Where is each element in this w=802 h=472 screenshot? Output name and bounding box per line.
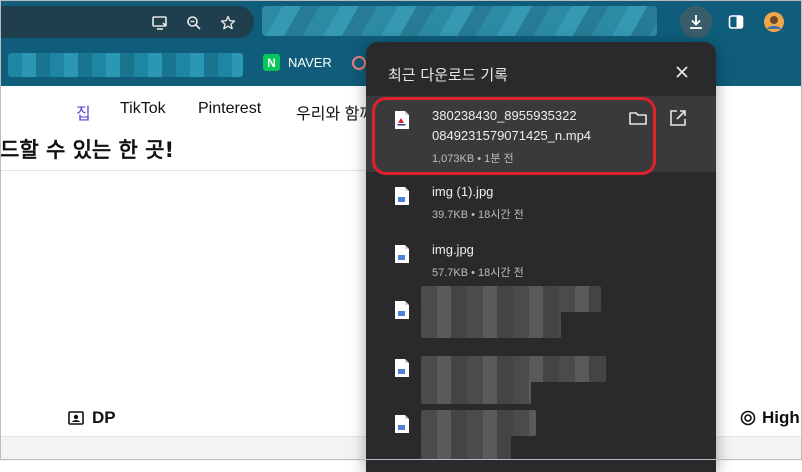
file-name[interactable]: img (1).jpg <box>432 184 493 199</box>
high-label: High <box>762 408 800 427</box>
user-card-icon <box>68 411 84 425</box>
redacted-meta <box>421 378 531 404</box>
blurred-tabs <box>262 6 657 36</box>
download-item-redacted[interactable] <box>366 352 716 408</box>
nav-together[interactable]: 우리와 함께 <box>296 100 374 124</box>
blurred-bookmarks <box>8 53 243 77</box>
image-file-icon <box>395 415 409 433</box>
download-icon <box>690 15 702 29</box>
side-panel-button[interactable] <box>720 6 752 38</box>
browser-toolbar <box>0 0 802 44</box>
file-meta: 57.7KB • 18시간 전 <box>432 267 524 279</box>
divider <box>0 170 366 171</box>
close-icon[interactable] <box>672 62 692 82</box>
file-meta: 39.7KB • 18시간 전 <box>432 209 524 221</box>
dp-label: DP <box>92 408 116 427</box>
page-headline: 드할 수 있는 한 곳! <box>0 138 175 162</box>
redacted-name <box>421 410 536 436</box>
address-bar[interactable] <box>0 6 254 38</box>
download-button[interactable] <box>680 6 712 38</box>
cast-icon[interactable] <box>152 15 168 31</box>
profile-button[interactable] <box>758 6 790 38</box>
high-link[interactable]: High <box>740 408 800 428</box>
panel-title: 최근 다운로드 기록 <box>388 66 508 84</box>
nav-home[interactable]: 집 <box>76 100 91 124</box>
star-icon[interactable] <box>220 15 236 31</box>
image-file-icon <box>395 301 409 319</box>
side-panel-icon <box>728 15 744 29</box>
nav-tiktok[interactable]: TikTok <box>120 100 166 118</box>
bookmark-icon[interactable] <box>352 56 366 70</box>
file-name[interactable]: img.jpg <box>432 242 474 257</box>
redacted-meta <box>421 434 511 460</box>
nav-pinterest[interactable]: Pinterest <box>198 100 261 118</box>
image-file-icon <box>395 359 409 377</box>
dp-link[interactable]: DP <box>68 408 116 428</box>
bookmark-label: NAVER <box>288 55 332 70</box>
image-file-icon <box>395 245 409 263</box>
download-item[interactable]: img (1).jpg 39.7KB • 18시간 전 <box>366 178 716 232</box>
download-item-redacted[interactable] <box>366 286 716 350</box>
profile-avatar <box>764 12 784 32</box>
download-item-redacted[interactable] <box>366 408 716 464</box>
redacted-name <box>421 286 601 312</box>
redacted-meta <box>421 312 561 338</box>
download-item[interactable]: img.jpg 57.7KB • 18시간 전 <box>366 236 716 290</box>
open-external-icon[interactable] <box>668 108 688 128</box>
bookmark-naver[interactable]: N NAVER <box>263 54 332 71</box>
zoom-icon[interactable] <box>186 15 202 31</box>
image-file-icon <box>395 187 409 205</box>
badge-icon <box>740 410 756 426</box>
naver-icon: N <box>263 54 280 71</box>
highlight-annotation <box>372 97 656 175</box>
